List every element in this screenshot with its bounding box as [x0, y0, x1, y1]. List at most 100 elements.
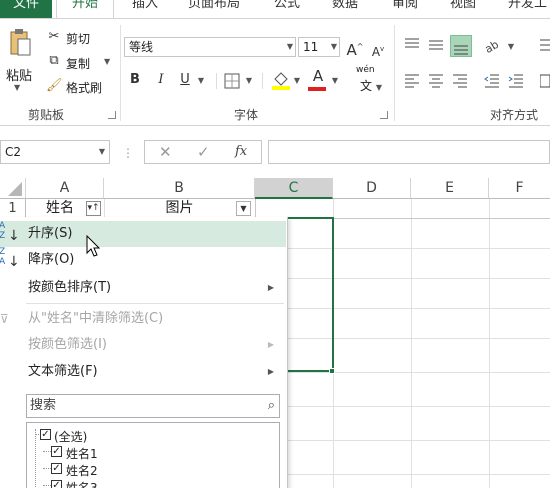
font-color-button[interactable]: A: [310, 67, 326, 85]
cancel-icon[interactable]: ✕: [159, 143, 172, 161]
paste-button[interactable]: 粘贴: [6, 65, 32, 84]
menu-text-filter[interactable]: 文本筛选(F) ▶: [0, 359, 286, 385]
format-painter-button[interactable]: 格式刷: [66, 79, 102, 96]
menu-sort-descending[interactable]: ZA ↓ 降序(O): [0, 247, 286, 273]
select-all-corner[interactable]: [0, 178, 26, 199]
increase-indent-icon[interactable]: [508, 73, 524, 89]
filter-dropdown-a1[interactable]: ▾↑: [86, 201, 101, 216]
list-item-checkbox[interactable]: ✓: [51, 446, 62, 457]
wrap-text-icon[interactable]: [540, 37, 550, 53]
submenu-arrow-icon: ▶: [267, 367, 274, 376]
borders-dropdown-icon[interactable]: ▼: [244, 72, 254, 90]
paste-icon[interactable]: [8, 29, 32, 57]
menu-sort-by-color[interactable]: 按颜色排序(T) ▶: [0, 275, 286, 301]
phonetic-icon: 文: [360, 79, 373, 93]
phonetic-button[interactable]: wén: [356, 65, 375, 75]
column-header-c[interactable]: C: [255, 178, 333, 199]
italic-button[interactable]: I: [154, 71, 168, 89]
tab-file[interactable]: 文件: [0, 0, 52, 18]
gridline: [288, 372, 550, 373]
fill-color-icon[interactable]: [272, 69, 290, 91]
clear-filter-icon: ⊽: [0, 312, 9, 326]
borders-icon[interactable]: [224, 73, 240, 89]
tab-review[interactable]: 审阅: [392, 0, 418, 18]
gridline: [411, 199, 412, 488]
enter-icon[interactable]: ✓: [197, 143, 210, 161]
align-right-icon[interactable]: [452, 73, 468, 89]
copy-dropdown-icon[interactable]: ▼: [104, 57, 110, 66]
tab-data[interactable]: 数据: [332, 0, 358, 18]
font-size-combo[interactable]: 11 ▼: [298, 37, 340, 57]
tab-home[interactable]: 开始: [56, 0, 114, 18]
formula-buttons: ✕ ✓ fx: [144, 140, 262, 164]
column-header-f[interactable]: F: [489, 178, 550, 199]
orientation-dropdown-icon[interactable]: ▼: [506, 38, 516, 56]
chevron-down-icon: ▼: [330, 42, 337, 51]
grow-font-button[interactable]: A^: [346, 38, 364, 59]
format-painter-icon: 🖌: [46, 78, 63, 93]
row-header-1[interactable]: 1: [0, 199, 26, 218]
cut-button[interactable]: 剪切: [66, 30, 90, 47]
paste-dropdown-icon[interactable]: ▼: [14, 83, 20, 92]
column-header-a[interactable]: A: [26, 178, 104, 199]
merge-center-icon[interactable]: [539, 73, 550, 89]
copy-icon: ⧉: [49, 53, 59, 68]
menu-separator: [26, 303, 284, 304]
orientation-icon[interactable]: ab: [483, 37, 502, 56]
tab-formulas[interactable]: 公式: [274, 0, 300, 18]
svg-text:ab: ab: [484, 38, 501, 53]
menu-clear-filter: ⊽ 从"姓名"中清除筛选(C): [0, 306, 286, 332]
phonetic-dropdown-icon[interactable]: ▼: [374, 79, 384, 97]
shrink-font-button[interactable]: Av: [370, 40, 386, 61]
group-divider: [394, 25, 395, 121]
column-header-d[interactable]: D: [333, 178, 411, 199]
align-bottom-icon[interactable]: [450, 35, 472, 57]
sort-ascending-icon: AZ: [0, 221, 6, 241]
gridline: [288, 406, 550, 407]
formula-input[interactable]: [268, 140, 550, 164]
list-item-checkbox[interactable]: ✓: [51, 463, 62, 474]
arrow-down-icon: ↓: [8, 228, 20, 244]
font-color-icon: A: [312, 67, 324, 85]
clipboard-launcher-icon[interactable]: [108, 111, 116, 119]
gridline: [288, 474, 550, 475]
font-launcher-icon[interactable]: [380, 111, 388, 119]
tab-insert[interactable]: 插入: [132, 0, 158, 18]
fill-handle[interactable]: [329, 368, 335, 374]
column-header-e[interactable]: E: [411, 178, 489, 199]
name-box[interactable]: C2 ▼: [0, 140, 110, 164]
submenu-arrow-icon: ▶: [267, 340, 274, 349]
underline-dropdown-icon[interactable]: ▼: [196, 72, 206, 90]
menu-sort-ascending[interactable]: AZ ↓ 升序(S): [0, 221, 286, 247]
shrink-font-icon: A: [371, 45, 381, 59]
font-color-dropdown-icon[interactable]: ▼: [330, 72, 340, 90]
align-left-icon[interactable]: [404, 73, 420, 89]
decrease-indent-icon[interactable]: [484, 73, 500, 89]
tab-developer[interactable]: 开发工: [508, 0, 547, 18]
more-options-icon[interactable]: ⋮: [122, 146, 134, 160]
insert-function-button[interactable]: fx: [235, 144, 247, 159]
list-item-label: 姓名1: [66, 447, 98, 461]
arrow-down-icon: ↓: [8, 254, 20, 270]
filter-dropdown-b1[interactable]: ▼: [236, 201, 251, 216]
tab-page-layout[interactable]: 页面布局: [188, 0, 240, 18]
font-size-value: 11: [303, 40, 319, 54]
align-center-icon[interactable]: [428, 73, 444, 89]
gridline: [255, 199, 256, 218]
underline-button[interactable]: U: [178, 71, 192, 89]
list-item-label: 姓名3: [66, 481, 98, 488]
filter-search-input[interactable]: 搜索 ⌕: [26, 394, 280, 418]
select-all-checkbox[interactable]: ✓: [40, 429, 51, 440]
font-group-label: 字体: [234, 108, 259, 122]
column-header-b[interactable]: B: [104, 178, 255, 199]
align-middle-icon[interactable]: [428, 37, 444, 53]
fill-color-dropdown-icon[interactable]: ▼: [292, 72, 302, 90]
tab-view[interactable]: 视图: [450, 0, 476, 18]
bold-button[interactable]: B: [128, 71, 142, 89]
list-item-label: 姓名2: [66, 464, 98, 478]
font-name-combo[interactable]: 等线 ▼: [124, 37, 296, 57]
list-item-checkbox[interactable]: ✓: [51, 480, 62, 488]
copy-button[interactable]: 复制: [66, 55, 90, 72]
cell-b1[interactable]: 图片: [104, 199, 255, 218]
align-top-icon[interactable]: [404, 37, 420, 53]
